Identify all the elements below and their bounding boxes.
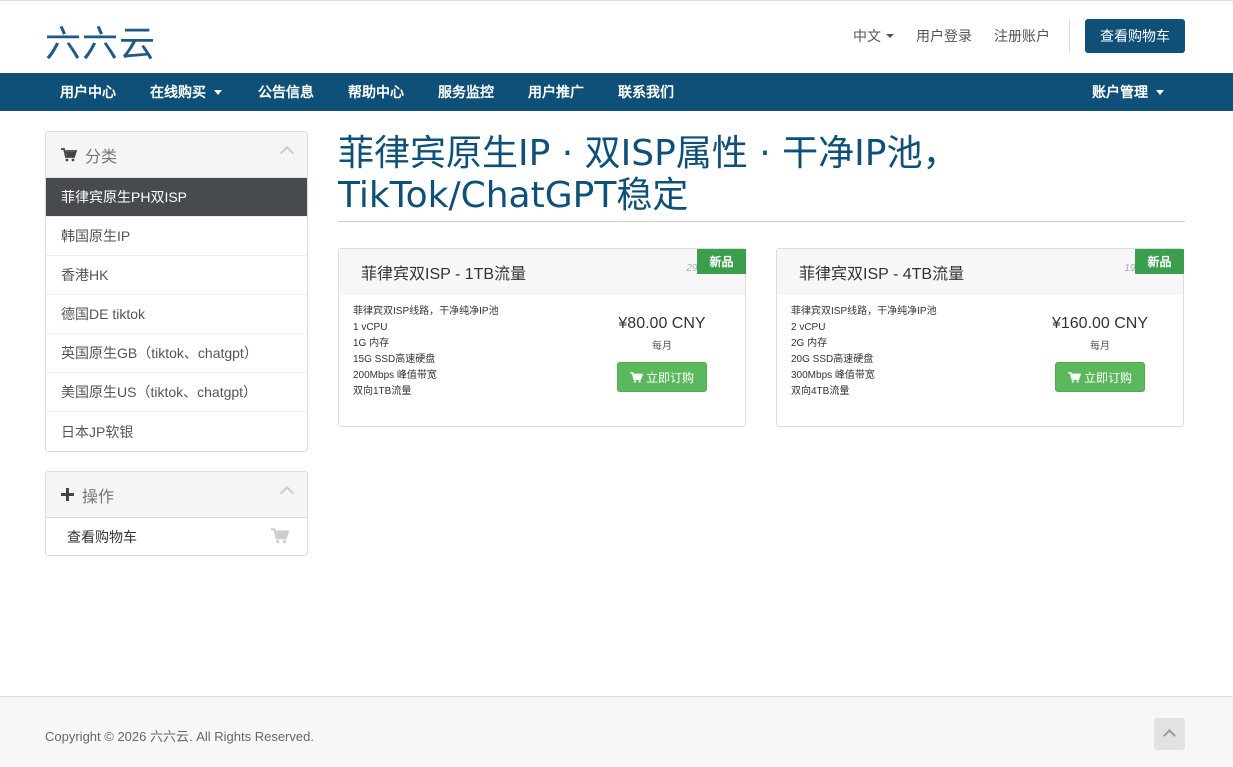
caret-down-icon xyxy=(886,34,894,38)
billing-cycle: 每月 xyxy=(652,341,672,352)
main-nav: 用户中心 在线购买 公告信息 帮助中心 服务监控 用户推广 联系我们 账户管理 xyxy=(0,73,1233,111)
nav-item-help-center[interactable]: 帮助中心 xyxy=(348,73,404,111)
product-pricing: ¥80.00 CNY 每月 立即订购 xyxy=(617,315,707,392)
feature-line: 2 vCPU xyxy=(791,322,826,333)
caret-down-icon xyxy=(214,89,222,95)
chevron-up-icon[interactable] xyxy=(279,145,295,161)
copyright-text: Copyright © 2026 六六云. All Rights Reserve… xyxy=(45,729,314,744)
product-features: 菲律宾双ISP线路，干净纯净IP池 1 vCPU 1G 内存 15G SSD高速… xyxy=(353,304,499,400)
action-label: 查看购物车 xyxy=(67,528,137,545)
feature-line: 2G 内存 xyxy=(791,338,828,349)
nav-item-label: 账户管理 xyxy=(1092,84,1148,100)
category-item[interactable]: 韩国原生IP xyxy=(46,217,307,256)
categories-header[interactable]: 分类 xyxy=(46,132,307,178)
back-to-top-button[interactable] xyxy=(1154,718,1185,750)
feature-line: 300Mbps 峰值带宽 xyxy=(791,370,875,381)
plus-icon xyxy=(61,488,74,501)
product-card: 菲律宾双ISP - 1TB流量 290 新品 菲律宾双ISP线路，干净纯净IP池… xyxy=(338,248,746,427)
feature-line: 1 vCPU xyxy=(353,322,388,333)
page-title-line2: TikTok/ChatGPT稳定 xyxy=(338,175,689,216)
new-badge: 新品 xyxy=(697,249,746,274)
product-pricing: ¥160.00 CNY 每月 立即订购 xyxy=(1052,315,1148,392)
category-item[interactable]: 美国原生US（tiktok、chatgpt） xyxy=(46,373,307,412)
category-item[interactable]: 德国DE tiktok xyxy=(46,295,307,334)
product-header: 菲律宾双ISP - 1TB流量 290 新品 xyxy=(339,249,746,295)
actions-title: 操作 xyxy=(82,488,115,506)
actions-header[interactable]: 操作 xyxy=(46,472,307,518)
shopping-cart-icon xyxy=(61,147,77,162)
page-title: 菲律宾原生IP · 双ISP属性 · 干净IP池， TikTok/ChatGPT… xyxy=(338,133,1185,217)
caret-down-icon xyxy=(1156,89,1164,95)
login-link[interactable]: 用户登录 xyxy=(916,26,972,46)
language-dropdown[interactable]: 中文 xyxy=(853,26,894,46)
nav-item-contact[interactable]: 联系我们 xyxy=(618,73,674,111)
product-card: 菲律宾双ISP - 4TB流量 199 新品 菲律宾双ISP线路，干净纯净IP池… xyxy=(776,248,1184,427)
new-badge: 新品 xyxy=(1135,249,1184,274)
chevron-up-icon[interactable] xyxy=(279,485,295,501)
title-divider xyxy=(338,221,1185,222)
feature-line: 1G 内存 xyxy=(353,338,390,349)
divider xyxy=(1069,19,1070,53)
feature-line: 菲律宾双ISP线路，干净纯净IP池 xyxy=(353,306,499,317)
product-features: 菲律宾双ISP线路，干净纯净IP池 2 vCPU 2G 内存 20G SSD高速… xyxy=(791,304,937,400)
top-links: 中文 用户登录 注册账户 查看购物车 xyxy=(853,19,1185,53)
nav-item-affiliate[interactable]: 用户推广 xyxy=(528,73,584,111)
actions-panel: 操作 查看购物车 xyxy=(45,471,308,556)
shopping-cart-icon xyxy=(271,528,289,544)
feature-line: 15G SSD高速硬盘 xyxy=(353,354,436,365)
category-item[interactable]: 英国原生GB（tiktok、chatgpt） xyxy=(46,334,307,373)
page-title-line1: 菲律宾原生IP · 双ISP属性 · 干净IP池， xyxy=(338,133,959,174)
billing-cycle: 每月 xyxy=(1090,341,1110,352)
view-cart-action[interactable]: 查看购物车 xyxy=(46,518,307,555)
feature-line: 双向1TB流量 xyxy=(353,386,412,397)
order-now-label: 立即订购 xyxy=(645,370,694,385)
feature-line: 20G SSD高速硬盘 xyxy=(791,354,874,365)
register-link[interactable]: 注册账户 xyxy=(994,26,1050,46)
site-footer: Copyright © 2026 六六云. All Rights Reserve… xyxy=(0,696,1233,767)
language-label: 中文 xyxy=(853,28,881,44)
chevron-up-icon xyxy=(1163,729,1176,742)
nav-item-label: 在线购买 xyxy=(150,84,206,100)
category-item[interactable]: 香港HK xyxy=(46,256,307,295)
nav-item-user-center[interactable]: 用户中心 xyxy=(60,73,116,111)
order-now-button[interactable]: 立即订购 xyxy=(1055,362,1145,392)
feature-line: 200Mbps 峰值带宽 xyxy=(353,370,437,381)
nav-item-service-monitor[interactable]: 服务监控 xyxy=(438,73,494,111)
nav-item-buy-online[interactable]: 在线购买 xyxy=(150,73,222,111)
product-name: 菲律宾双ISP - 1TB流量 xyxy=(361,266,527,283)
product-name: 菲律宾双ISP - 4TB流量 xyxy=(799,266,965,283)
shopping-cart-icon xyxy=(1068,371,1081,383)
order-now-button[interactable]: 立即订购 xyxy=(617,362,707,392)
shopping-cart-icon xyxy=(630,371,643,383)
feature-line: 双向4TB流量 xyxy=(791,386,850,397)
product-price: ¥80.00 CNY xyxy=(618,315,706,332)
category-item[interactable]: 菲律宾原生PH双ISP xyxy=(46,178,307,217)
product-price: ¥160.00 CNY xyxy=(1051,315,1149,332)
nav-item-account[interactable]: 账户管理 xyxy=(1092,73,1164,111)
product-header: 菲律宾双ISP - 4TB流量 199 新品 xyxy=(777,249,1184,295)
nav-item-announcements[interactable]: 公告信息 xyxy=(258,73,314,111)
feature-line: 菲律宾双ISP线路，干净纯净IP池 xyxy=(791,306,937,317)
order-now-label: 立即订购 xyxy=(1083,370,1132,385)
site-logo[interactable]: 六六云 xyxy=(45,15,156,67)
view-cart-button[interactable]: 查看购物车 xyxy=(1085,19,1185,53)
categories-title: 分类 xyxy=(85,148,118,166)
categories-panel: 分类 菲律宾原生PH双ISP 韩国原生IP 香港HK 德国DE tiktok 英… xyxy=(45,131,308,452)
category-item[interactable]: 日本JP软银 xyxy=(46,412,307,451)
site-header: 六六云 中文 用户登录 注册账户 查看购物车 xyxy=(0,0,1233,73)
